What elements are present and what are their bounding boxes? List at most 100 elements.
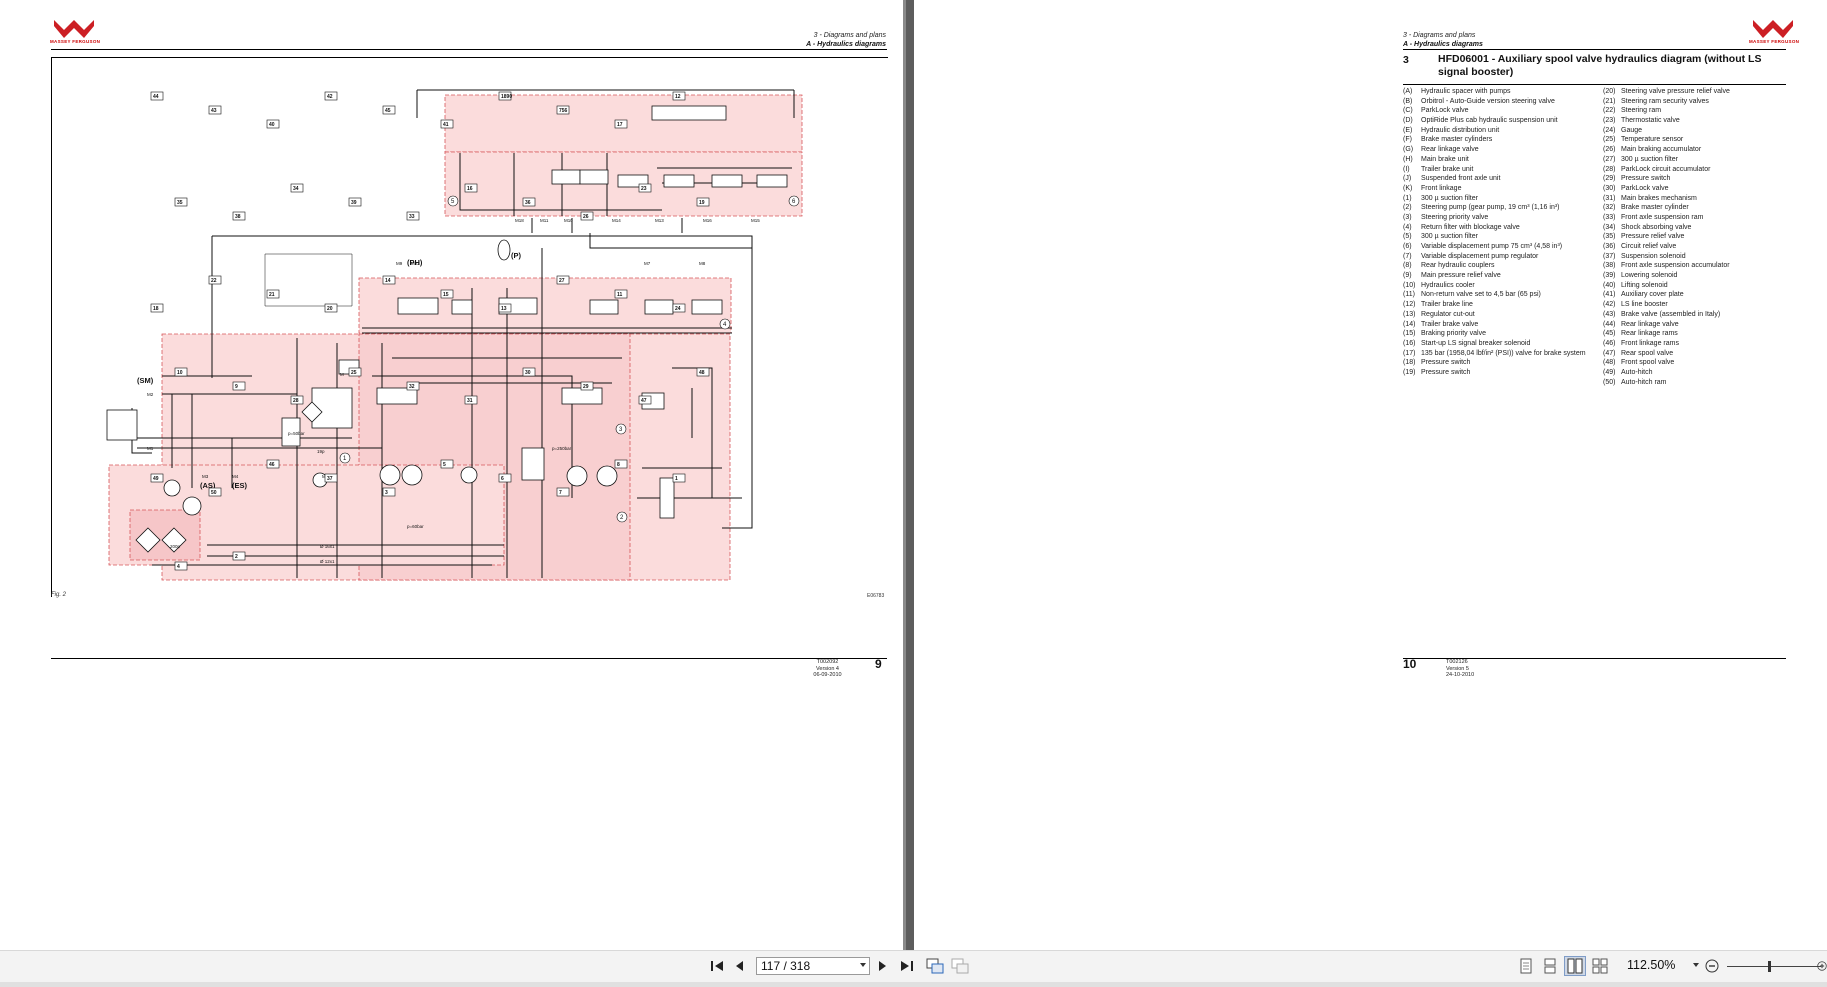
last-page-button[interactable] xyxy=(898,956,916,976)
page-indicator: 117 / 318 xyxy=(761,959,811,973)
legend-item: (46) Front linkage rams xyxy=(1603,339,1730,349)
chevron-down-icon[interactable] xyxy=(1693,963,1699,967)
last-page-icon xyxy=(901,961,913,971)
legend-item: (37) Suspension solenoid xyxy=(1603,252,1730,262)
legend-key: (3) xyxy=(1403,213,1412,221)
port-label: M11 xyxy=(540,218,549,223)
legend-key: (15) xyxy=(1403,330,1416,338)
legend-key: (18) xyxy=(1403,359,1416,367)
block-label: 21 xyxy=(269,292,275,298)
fit-width-button[interactable] xyxy=(950,956,970,976)
legend-text: Brake valve (assembled in Italy) xyxy=(1621,310,1721,318)
legend-key: (45) xyxy=(1603,330,1616,338)
legend-item: (26) Main braking accumulator xyxy=(1603,145,1730,155)
massey-ferguson-logo-icon: MASSEY FERGUSON xyxy=(50,20,100,48)
legend-key: (13) xyxy=(1403,310,1416,318)
legend-text: Variable displacement pump 75 cm³ (4,58 … xyxy=(1421,243,1563,250)
block-label: 10 xyxy=(177,370,183,376)
footer-date: 06-09-2010 xyxy=(813,672,842,678)
legend-text: Front axle suspension ram xyxy=(1621,213,1704,221)
port-label: M7 xyxy=(644,261,651,266)
horizontal-scrollbar[interactable] xyxy=(0,982,1827,987)
block-label: 46 xyxy=(269,462,275,468)
previous-page-button[interactable] xyxy=(730,956,748,976)
zoom-out-button[interactable] xyxy=(1704,956,1720,976)
legend-key: (33) xyxy=(1603,213,1616,221)
block-label: 22 xyxy=(211,278,217,284)
legend-text: Return filter with blockage valve xyxy=(1421,223,1520,231)
misc-label: Ø 12x1 xyxy=(320,559,335,564)
block-label: 29 xyxy=(583,384,589,390)
zoom-slider[interactable] xyxy=(1727,966,1821,967)
fit-width-icon xyxy=(951,958,969,974)
legend-item: (19) Pressure switch xyxy=(1403,368,1586,378)
legend-text: ParkLock circuit accumulator xyxy=(1621,165,1711,173)
continuous-view-button[interactable] xyxy=(1540,956,1560,976)
legend-left-column: (A) Hydraulic spacer with pumps (B) Orbitro… xyxy=(1403,87,1586,378)
two-page-continuous-view-button[interactable] xyxy=(1590,956,1610,976)
block-label: 38 xyxy=(235,214,241,220)
legend-item: (18) Pressure switch xyxy=(1403,358,1586,368)
footer-rule xyxy=(51,658,887,659)
legend-key: (2) xyxy=(1403,204,1412,212)
block-label: 20 xyxy=(327,306,333,312)
legend-key: (19) xyxy=(1403,368,1416,376)
port-label: M4 xyxy=(232,474,239,479)
side-label: (P) xyxy=(511,251,522,260)
document-viewport[interactable]: MASSEY FERGUSON 3 - Diagrams and plans A… xyxy=(0,0,1827,950)
single-page-view-button[interactable] xyxy=(1516,956,1536,976)
page-number-input[interactable]: 117 / 318 xyxy=(756,957,870,975)
legend-key: (28) xyxy=(1603,165,1616,173)
fit-page-button[interactable] xyxy=(925,956,945,976)
block-label: 5 xyxy=(443,462,446,468)
zoom-slider-handle[interactable] xyxy=(1768,961,1771,972)
legend-key: (32) xyxy=(1603,204,1616,212)
chevron-down-icon[interactable] xyxy=(860,963,866,967)
legend-text: Variable displacement pump regulator xyxy=(1421,252,1539,260)
legend-item: (48) Front spool valve xyxy=(1603,358,1730,368)
block-label: 17 xyxy=(617,122,623,128)
legend-item: (F) Brake master cylinders xyxy=(1403,135,1586,145)
block-label: 39 xyxy=(351,200,357,206)
legend-text: Main brake unit xyxy=(1421,155,1469,163)
legend-item: (20) Steering valve pressure relief valve xyxy=(1603,87,1730,97)
legend-key: (B) xyxy=(1403,97,1413,105)
legend-text: Pressure switch xyxy=(1621,175,1671,183)
zoom-level[interactable]: 112.50% xyxy=(1627,958,1675,972)
legend-item: (A) Hydraulic spacer with pumps xyxy=(1403,87,1586,97)
block-label: 42 xyxy=(327,94,333,100)
two-page-continuous-view-icon xyxy=(1592,958,1608,974)
block-label: 43 xyxy=(211,108,217,114)
legend-text: Front axle suspension accumulator xyxy=(1621,262,1730,270)
section-number: 3 xyxy=(1403,54,1409,66)
legend-item: (50) Auto-hitch ram xyxy=(1603,378,1730,388)
block-label: 34 xyxy=(293,186,299,192)
fit-page-icon xyxy=(926,958,944,974)
legend-text: Orbitrol - Auto-Guide version steering v… xyxy=(1421,97,1555,105)
legend-key: (43) xyxy=(1603,310,1616,318)
block-label: 25 xyxy=(351,370,357,376)
legend-item: (15) Braking priority valve xyxy=(1403,329,1586,339)
next-page-button[interactable] xyxy=(874,956,892,976)
legend-key: (J) xyxy=(1403,175,1412,183)
legend-key: (9) xyxy=(1403,272,1412,280)
legend-key: (20) xyxy=(1603,88,1616,95)
legend-text: Circuit relief valve xyxy=(1621,243,1677,250)
legend-text: ParkLock valve xyxy=(1421,107,1469,115)
header-rule xyxy=(1403,49,1786,50)
block-label: 19 xyxy=(699,200,705,206)
first-page-button[interactable] xyxy=(708,956,726,976)
legend-item: (43) Brake valve (assembled in Italy) xyxy=(1603,310,1730,320)
legend-key: (11) xyxy=(1403,291,1415,299)
legend-key: (K) xyxy=(1403,184,1413,192)
port-label: M22 xyxy=(411,261,420,266)
two-page-view-button[interactable] xyxy=(1564,956,1586,976)
zoom-in-button[interactable] xyxy=(1817,956,1827,976)
legend-text: Gauge xyxy=(1621,126,1643,134)
legend-text: Trailer brake valve xyxy=(1421,320,1479,328)
legend-key: (E) xyxy=(1403,126,1413,134)
block-label: 33 xyxy=(409,214,415,220)
footer-date: 24-10-2010 xyxy=(1446,672,1475,678)
block-label: 3 xyxy=(385,490,388,496)
legend-text: 300 µ suction filter xyxy=(1421,233,1478,241)
